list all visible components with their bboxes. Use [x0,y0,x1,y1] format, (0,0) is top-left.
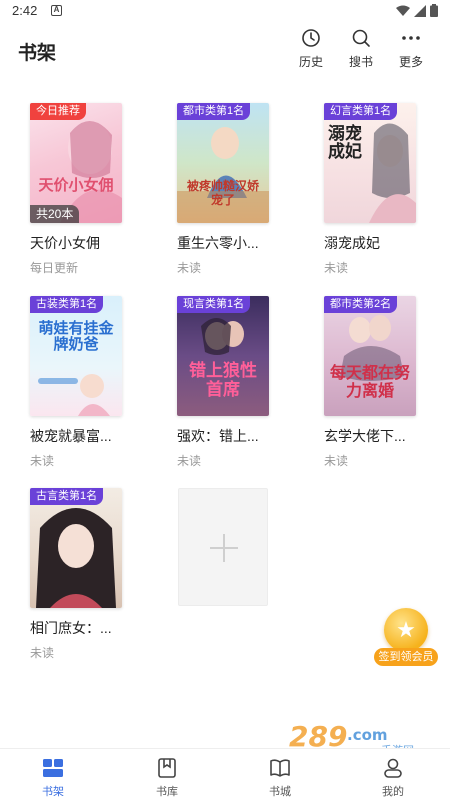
cover-illustration [36,508,116,608]
nav-profile[interactable]: 我的 [363,757,423,799]
rank-tag: 古装类第1名 [30,296,104,313]
search-button[interactable]: 搜书 [341,28,381,76]
more-label: 更多 [398,55,423,69]
battery-icon [430,4,438,17]
book-cover[interactable]: 每天都在努力离婚 都市类第2名 [324,296,416,416]
rank-tag: 现言类第1名 [177,296,251,313]
library-icon [158,758,176,778]
nav-library[interactable]: 书库 [137,757,197,799]
more-button[interactable]: 更多 [391,28,431,76]
bottom-nav: 书架 书库 书城 我的 [0,748,450,800]
system-icons [396,4,438,17]
rank-tag: 古言类第1名 [30,488,104,505]
book-title: 强欢：错上... [177,428,259,444]
book-item[interactable]: 错上狼性首席 现言类第1名 强欢：错上... 未读 [177,296,287,469]
signal-icon [414,4,426,17]
book-status: 未读 [177,454,202,468]
sign-in-reward-button[interactable]: ★ 签到领会员 [374,608,438,668]
book-cover[interactable]: 萌娃有挂金牌奶爸 古装类第1名 [30,296,122,416]
book-status: 未读 [324,261,349,275]
clock-icon [302,29,320,47]
book-item[interactable]: 被疼帅糙汉娇宠了 都市类第1名 重生六零小... 未读 [177,103,287,276]
nav-label: 书架 [42,786,64,798]
book-item[interactable]: 萌娃有挂金牌奶爸 古装类第1名 被宠就暴富... 未读 [30,296,140,469]
book-title: 天价小女佣 [30,235,100,251]
book-title: 相门庶女：... [30,620,112,636]
add-book-button[interactable] [178,488,268,606]
nav-label: 书城 [269,786,291,798]
cover-illustration [38,374,110,416]
bookstore-icon [270,759,290,777]
search-icon [352,29,370,47]
page-title: 书架 [18,43,57,64]
svg-text:.com: .com [347,726,388,744]
rank-tag: 都市类第2名 [324,296,398,313]
book-status: 未读 [30,454,55,468]
rank-tag: 幻言类第1名 [324,103,398,120]
star-coin-icon: ★ [384,608,428,652]
book-status: 未读 [30,646,55,660]
book-item[interactable]: 古言类第1名 相门庶女：... 未读 [30,488,140,661]
book-cover[interactable]: 天价小女佣 今日推荐 共20本 [30,103,122,223]
nav-bookstore[interactable]: 书城 [250,757,310,799]
book-cover[interactable]: 错上狼性首席 现言类第1名 [177,296,269,416]
wifi-icon [396,5,410,16]
cover-title: 错上狼性首席 [189,361,257,400]
history-button[interactable]: 历史 [291,28,331,76]
collection-count-badge: 共20本 [30,205,80,223]
status-time: 2:42 [12,3,38,18]
book-status: 未读 [177,261,202,275]
book-title: 重生六零小... [177,235,259,251]
book-status: 未读 [324,454,349,468]
book-title: 溺宠成妃 [324,235,380,251]
cover-title: 每天都在努力离婚 [330,363,411,400]
book-title: 玄学大佬下... [324,428,406,444]
cover-title: 被疼帅糙汉娇宠了 [186,179,259,207]
profile-icon [384,758,402,778]
nav-label: 我的 [382,786,404,798]
cover-illustration [369,123,416,223]
book-item[interactable]: 每天都在努力离婚 都市类第2名 玄学大佬下... 未读 [324,296,434,469]
book-cover[interactable]: 古言类第1名 [30,488,122,608]
rank-tag: 今日推荐 [30,103,86,120]
book-item[interactable]: 天价小女佣 今日推荐 共20本 天价小女佣 每日更新 [30,103,140,276]
book-cover[interactable]: 溺宠成妃 幻言类第1名 [324,103,416,223]
notification-a-icon: A [51,5,62,16]
cover-title: 溺宠成妃 [328,124,362,162]
sign-in-label: 签到领会员 [374,648,438,666]
book-item[interactable]: 溺宠成妃 幻言类第1名 溺宠成妃 未读 [324,103,434,276]
nav-bookshelf[interactable]: 书架 [23,757,83,799]
nav-label: 书库 [156,786,178,798]
status-bar: 2:42 A [0,0,450,22]
cover-title: 天价小女佣 [38,176,114,194]
book-cover[interactable]: 被疼帅糙汉娇宠了 都市类第1名 [177,103,269,223]
rank-tag: 都市类第1名 [177,103,251,120]
more-dots-icon [402,36,420,40]
search-label: 搜书 [348,55,373,69]
book-status: 每日更新 [30,261,79,275]
bookshelf-icon [43,759,63,777]
cover-title: 萌娃有挂金牌奶爸 [38,319,114,353]
book-title: 被宠就暴富... [30,428,112,444]
app-header: 书架 历史 搜书 更多 [0,22,450,82]
history-label: 历史 [298,55,323,69]
